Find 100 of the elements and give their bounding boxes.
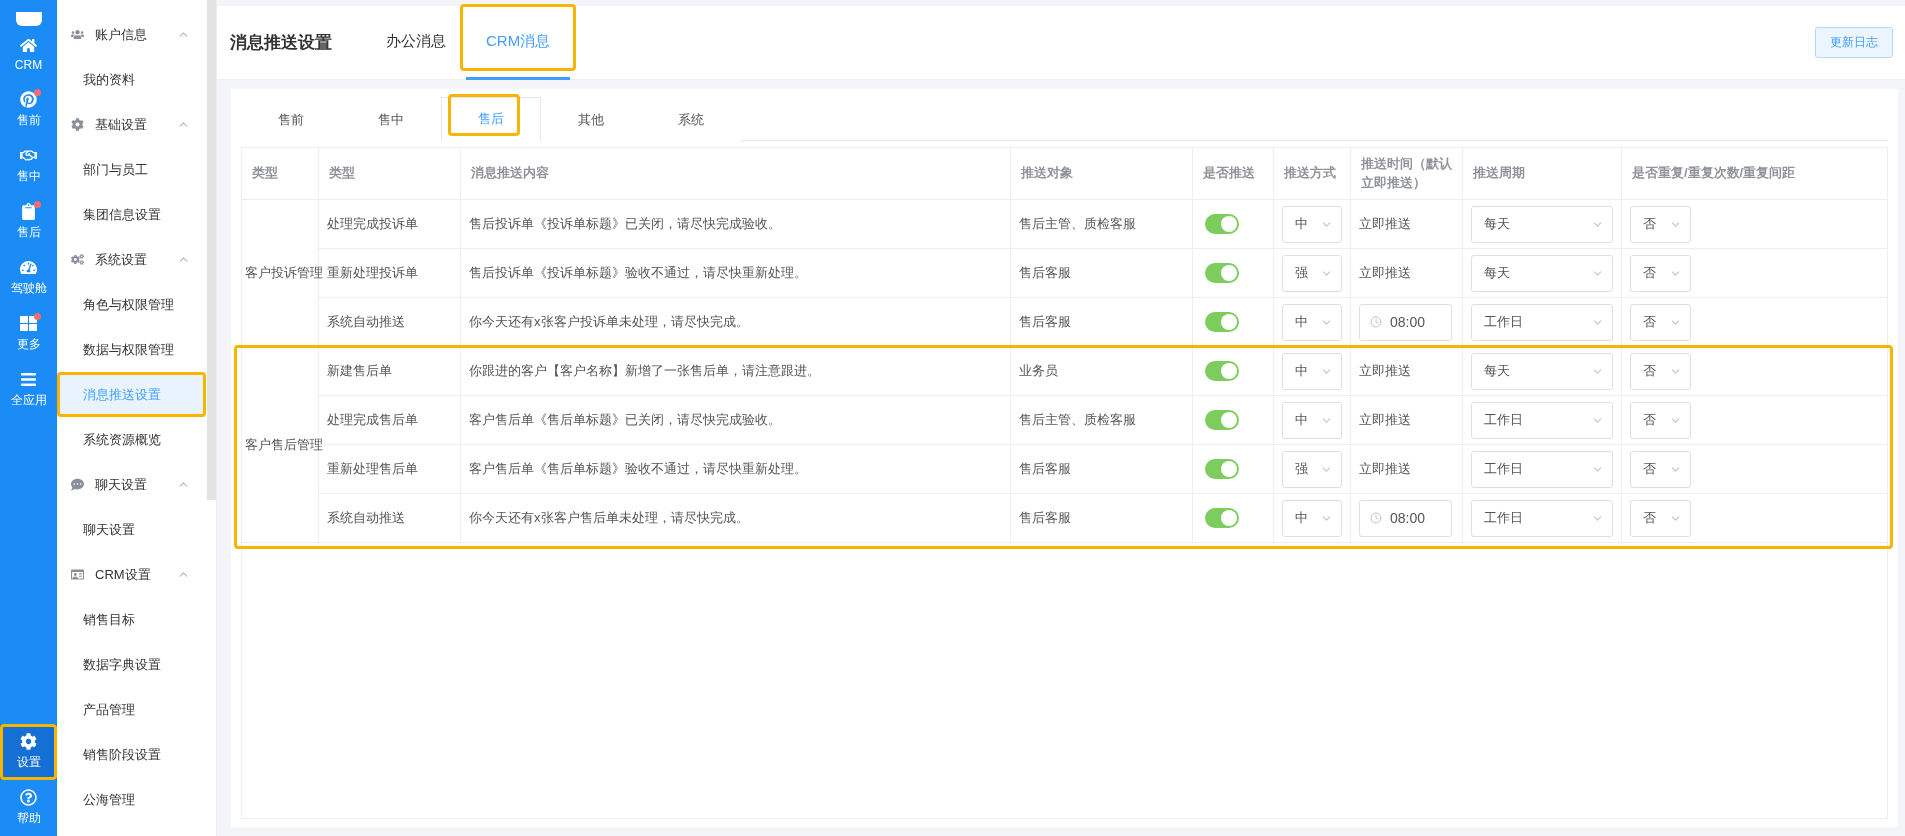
table-cell: 系统自动推送 [319,298,461,347]
select-value: 否 [1643,460,1656,478]
table-cell: 售后投诉单《投诉单标题》已关闭，请尽快完成验收。 [461,200,1011,249]
toggle-switch[interactable] [1205,361,1239,381]
sidebar-item[interactable]: 产品管理 [57,687,206,732]
sidebar-item[interactable]: 销售阶段设置 [57,732,206,777]
select-value: 中 [1295,215,1308,233]
cycle-select[interactable]: 工作日 [1471,303,1613,341]
nav-icon [20,259,37,276]
nav-icon [20,91,37,108]
time-value: 08:00 [1390,314,1426,330]
sidebar-item[interactable]: 数据与权限管理 [57,327,206,372]
rail-label: 帮助 [16,810,41,827]
rail-label: 售中 [16,168,41,185]
column-header: 类型 [319,148,461,200]
sidebar-group[interactable]: 账户信息 [57,12,206,57]
select-value: 工作日 [1484,509,1523,527]
rail-label: 设置 [16,754,41,771]
table-cell: 售后主管、质检客服 [1011,200,1193,249]
sidebar-item[interactable]: 数据字典设置 [57,642,206,687]
cycle-select[interactable]: 每天 [1471,205,1613,243]
group-icon [71,253,85,266]
group-label: 基础设置 [95,115,148,134]
page-title: 消息推送设置 [230,32,332,54]
mode-select[interactable]: 中 [1282,352,1342,390]
table-cell: 处理完成投诉单 [319,200,461,249]
nav-icon [20,36,37,54]
mode-select[interactable]: 中 [1282,303,1342,341]
cycle-select[interactable]: 每天 [1471,254,1613,292]
cycle-select[interactable]: 每天 [1471,352,1613,390]
nav-icon [20,147,37,164]
logo-icon [15,12,42,26]
select-value: 强 [1295,460,1308,478]
sidebar-item[interactable]: 角色与权限管理 [57,282,206,327]
cycle-select[interactable]: 工作日 [1471,499,1613,537]
group-icon [71,478,85,491]
column-header: 推送时间（默认立即推送） [1351,148,1463,200]
cycle-select[interactable]: 工作日 [1471,401,1613,439]
sidebar-group[interactable]: 聊天设置 [57,462,206,507]
table-cell: 售后客服 [1011,494,1193,543]
repeat-select[interactable]: 否 [1630,499,1691,537]
group-icon [71,28,85,41]
repeat-select[interactable]: 否 [1630,401,1691,439]
sidebar-group[interactable]: 系统设置 [57,237,206,282]
mode-select[interactable]: 中 [1282,499,1342,537]
select-value: 否 [1643,362,1656,380]
toggle-switch[interactable] [1205,508,1239,528]
sidebar-item[interactable]: 部门与员工 [57,147,206,192]
nav-icon [20,371,37,388]
repeat-select[interactable]: 否 [1630,352,1691,390]
table-cell: 业务员 [1011,347,1193,396]
repeat-select[interactable]: 否 [1630,303,1691,341]
table-cell: 你跟进的客户【客户名称】新增了一张售后单，请注意跟进。 [461,347,1011,396]
mode-select[interactable]: 强 [1282,450,1342,488]
sidebar-item[interactable]: 聊天设置 [57,507,206,552]
rail-label: 全应用 [10,392,47,409]
sidebar-item[interactable]: 销售目标 [57,597,206,642]
time-field[interactable]: 08:00 [1359,499,1452,537]
toggle-switch[interactable] [1205,263,1239,283]
sidebar-item[interactable]: 公海管理 [57,777,206,822]
toggle-switch[interactable] [1205,459,1239,479]
select-value: 否 [1643,215,1656,233]
column-header: 是否推送 [1193,148,1274,200]
sidebar-item[interactable]: 我的资料 [57,57,206,102]
toggle-switch[interactable] [1205,312,1239,332]
time-field[interactable]: 08:00 [1359,303,1452,341]
table-cell: 立即推送 [1351,445,1463,494]
rail-label: 售后 [16,224,41,241]
repeat-select[interactable]: 否 [1630,205,1691,243]
group-icon [71,118,85,131]
mode-select[interactable]: 强 [1282,254,1342,292]
table-cell: 立即推送 [1351,396,1463,445]
rail-item[interactable]: 设置 [0,724,57,780]
sidebar-item[interactable]: 系统资源概览 [57,417,206,462]
toggle-switch[interactable] [1205,410,1239,430]
tab[interactable]: 办公消息 [366,5,466,80]
cycle-select[interactable]: 工作日 [1471,450,1613,488]
repeat-select[interactable]: 否 [1630,450,1691,488]
select-value: 每天 [1484,215,1510,233]
repeat-select[interactable]: 否 [1630,254,1691,292]
column-header: 消息推送内容 [461,148,1011,200]
select-value: 中 [1295,362,1308,380]
mode-select[interactable]: 中 [1282,401,1342,439]
sidebar-group[interactable]: CRM设置 [57,552,206,597]
select-value: 工作日 [1484,411,1523,429]
table-cell: 售后主管、质检客服 [1011,396,1193,445]
table-cell: 立即推送 [1351,347,1463,396]
column-header: 推送方式 [1274,148,1351,200]
sidebar-item[interactable]: 集团信息设置 [57,192,206,237]
mode-select[interactable]: 中 [1282,205,1342,243]
table-cell: 立即推送 [1351,249,1463,298]
rail-label: CRM [14,57,43,72]
scrollbar[interactable] [207,0,216,500]
table-cell: 售后客服 [1011,298,1193,347]
sidebar-group[interactable]: 基础设置 [57,102,206,147]
table-cell: 系统自动推送 [319,494,461,543]
group-label: 聊天设置 [95,475,148,494]
toggle-switch[interactable] [1205,214,1239,234]
table-cell: 售后客服 [1011,249,1193,298]
nav-icon [20,203,37,220]
